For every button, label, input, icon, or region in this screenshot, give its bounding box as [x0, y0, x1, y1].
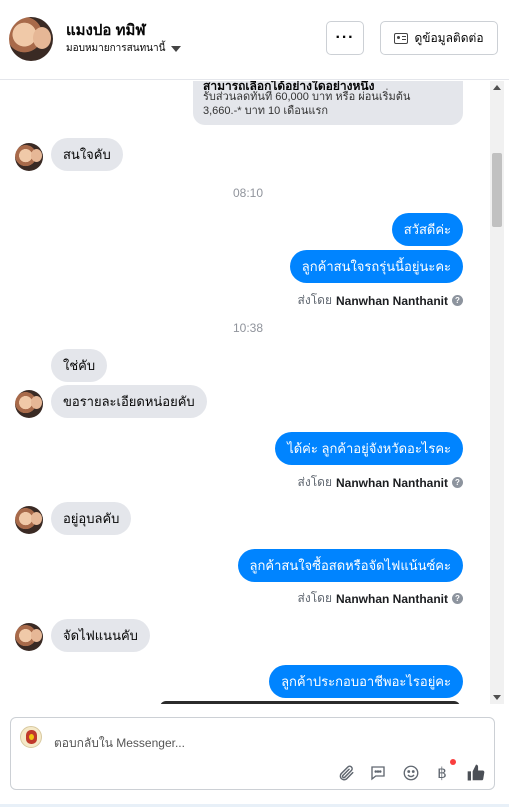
- view-contact-info-button[interactable]: ดูข้อมูลติดต่อ: [380, 21, 498, 55]
- incoming-message: อยู่อุบลคับ: [51, 502, 132, 535]
- paperclip-icon[interactable]: [335, 762, 357, 784]
- sender-name: Nanwhan Nanthanit: [335, 591, 448, 606]
- scroll-up-arrow-icon[interactable]: [493, 85, 501, 90]
- sender-name: Nanwhan Nanthanit: [335, 475, 448, 490]
- contact-avatar-small: [15, 143, 43, 171]
- composer-area: ฿: [0, 704, 509, 807]
- outgoing-message: ลูกค้าประกอบอาชีพอะไรอยู่คะ: [269, 665, 463, 698]
- outgoing-message: ลูกค้าสนใจซื้อสดหรือจัดไฟแน้นซ์คะ: [237, 549, 463, 582]
- sent-by-label: ส่งโดย Nanwhan Nanthanit ?: [298, 589, 463, 608]
- timestamp: 08:10: [232, 186, 264, 200]
- sent-by-prefix: ส่งโดย: [297, 475, 332, 489]
- info-icon[interactable]: ?: [452, 295, 463, 306]
- contact-avatar-small: [15, 506, 43, 534]
- contact-name[interactable]: แมงปอ ทมิฬ: [66, 18, 146, 42]
- promo-card-title: สามารถเลือกได้อย่างใดอย่างหนึ่ง: [203, 81, 375, 90]
- sent-by-prefix: ส่งโดย: [297, 293, 332, 307]
- promo-card-line: 3,660.-* บาท 10 เดือนแรก: [203, 105, 329, 117]
- timestamp: 10:38: [232, 321, 264, 335]
- contact-avatar-small: [15, 390, 43, 418]
- page-avatar: [20, 726, 42, 748]
- caret-down-icon: [171, 45, 182, 52]
- promo-card: สามารถเลือกได้อย่างใดอย่างหนึ่ง รับส่วนล…: [193, 81, 463, 125]
- outgoing-message: ลูกค้าสนใจรถรุ่นนี้อยู่นะคะ: [289, 250, 463, 283]
- scroll-thumb[interactable]: [492, 153, 502, 227]
- thread-scrollbar[interactable]: [490, 81, 504, 704]
- more-options-button[interactable]: ···: [326, 21, 364, 55]
- assign-label: มอบหมายการสนทนานี้: [66, 43, 166, 54]
- promo-card-line: รับส่วนลดทันที 60,000 บาท หรือ ผ่อนเริ่ม…: [203, 91, 411, 103]
- sent-by-label: ส่งโดย Nanwhan Nanthanit ?: [298, 473, 463, 492]
- emoji-icon[interactable]: [400, 762, 422, 784]
- conversation-header: แมงปอ ทมิฬ มอบหมายการสนทนานี้ ··· ดูข้อม…: [0, 0, 509, 80]
- sent-by-prefix: ส่งโดย: [297, 591, 332, 605]
- incoming-message: จัดไฟแนนคับ: [51, 619, 150, 652]
- incoming-message: สนใจคับ: [51, 138, 123, 171]
- contact-avatar-small: [15, 623, 43, 651]
- reply-input[interactable]: [54, 735, 434, 751]
- view-contact-info-label: ดูข้อมูลติดต่อ: [414, 30, 484, 45]
- sent-by-label: ส่งโดย Nanwhan Nanthanit ?: [298, 291, 463, 310]
- assign-conversation-dropdown[interactable]: มอบหมายการสนทนานี้: [66, 41, 182, 56]
- incoming-message: ขอรายละเอียดหน่อยคับ: [51, 385, 207, 418]
- like-icon[interactable]: [465, 762, 487, 784]
- saved-reply-icon[interactable]: [367, 762, 389, 784]
- notification-dot: [450, 759, 456, 765]
- sender-name: Nanwhan Nanthanit: [335, 293, 448, 308]
- reply-composer: ฿: [10, 717, 495, 790]
- payment-icon[interactable]: ฿: [431, 762, 453, 784]
- scroll-down-arrow-icon[interactable]: [493, 695, 501, 700]
- outgoing-message: สวัสดีค่ะ: [391, 213, 463, 246]
- outgoing-message: ได้ค่ะ ลูกค้าอยู่จังหวัดอะไรคะ: [275, 432, 463, 465]
- info-icon[interactable]: ?: [452, 593, 463, 604]
- message-thread[interactable]: สามารถเลือกได้อย่างใดอย่างหนึ่ง รับส่วนล…: [0, 81, 490, 704]
- incoming-message: ใช่คับ: [51, 349, 108, 382]
- info-icon[interactable]: ?: [452, 477, 463, 488]
- contact-avatar[interactable]: [9, 17, 53, 61]
- contact-card-icon: [394, 32, 409, 44]
